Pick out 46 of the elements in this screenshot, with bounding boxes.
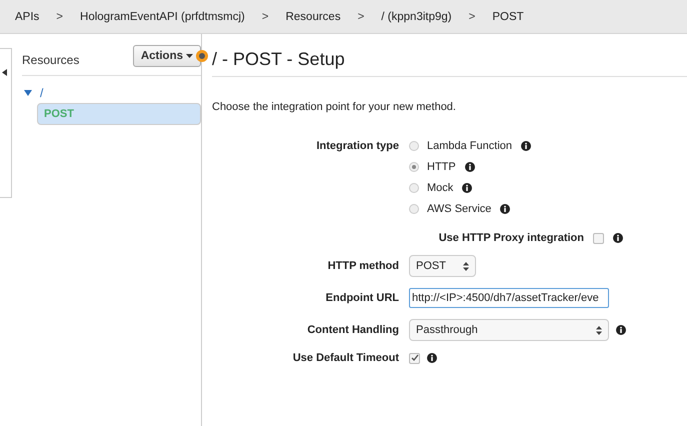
breadcrumb-link[interactable]: HologramEventAPI (prfdtmsmcj): [80, 10, 245, 22]
expand-toggle-icon[interactable]: [24, 90, 32, 96]
intro-text: Choose the integration point for your new method.: [212, 101, 457, 113]
info-icon[interactable]: [521, 141, 531, 151]
breadcrumb-separator: >: [356, 10, 366, 22]
select-arrows-icon: [463, 262, 469, 270]
input-field[interactable]: http://<IP>:4500/dh7/assetTracker/eve: [409, 288, 609, 308]
field-label: Use HTTP Proxy integration: [438, 232, 584, 244]
content-handling-select[interactable]: Passthrough: [409, 319, 609, 341]
collapse-icon[interactable]: [2, 69, 7, 76]
checkbox[interactable]: [593, 232, 604, 244]
radio-button[interactable]: [409, 141, 419, 151]
radio-label: Lambda Function: [427, 140, 512, 152]
method-select[interactable]: POST: [409, 255, 476, 277]
page-title: / - POST - Setup: [212, 49, 687, 77]
select-arrows-icon: [596, 326, 602, 334]
breadcrumb-separator: >: [260, 10, 270, 22]
radio-button[interactable]: [409, 204, 419, 214]
field-label: HTTP method: [326, 260, 399, 272]
caret-icon: [186, 54, 193, 58]
radio-label: AWS Service: [427, 203, 492, 215]
field-label: Integration type: [315, 140, 399, 154]
resize-handle[interactable]: [196, 50, 208, 62]
radio-button[interactable]: [409, 162, 419, 172]
info-icon[interactable]: [613, 233, 623, 243]
breadcrumb-link[interactable]: POST: [492, 10, 524, 22]
info-icon[interactable]: [464, 162, 475, 172]
info-icon[interactable]: [500, 204, 510, 214]
field-label: Content Handling: [306, 324, 399, 336]
breadcrumb-link[interactable]: / (kppn3itp9g): [381, 10, 452, 22]
tree-item[interactable]: /: [24, 86, 201, 100]
breadcrumb-separator: >: [468, 10, 476, 22]
radio-label: Mock: [427, 182, 454, 194]
breadcrumb-link[interactable]: Resources: [286, 10, 341, 22]
checkbox[interactable]: [409, 352, 420, 364]
info-icon[interactable]: [462, 183, 472, 193]
radio-label: HTTP: [427, 161, 456, 173]
breadcrumb-separator: >: [55, 10, 64, 22]
info-icon[interactable]: [427, 353, 437, 363]
actions-button[interactable]: Actions: [132, 45, 201, 67]
sidebar-title: Resources: [22, 53, 80, 67]
info-icon[interactable]: [616, 325, 626, 335]
radio-button[interactable]: [409, 183, 419, 193]
breadcrumb-link[interactable]: APIs: [15, 10, 40, 22]
field-label: Use Default Timeout: [292, 352, 399, 364]
field-label: Endpoint URL: [324, 292, 399, 304]
